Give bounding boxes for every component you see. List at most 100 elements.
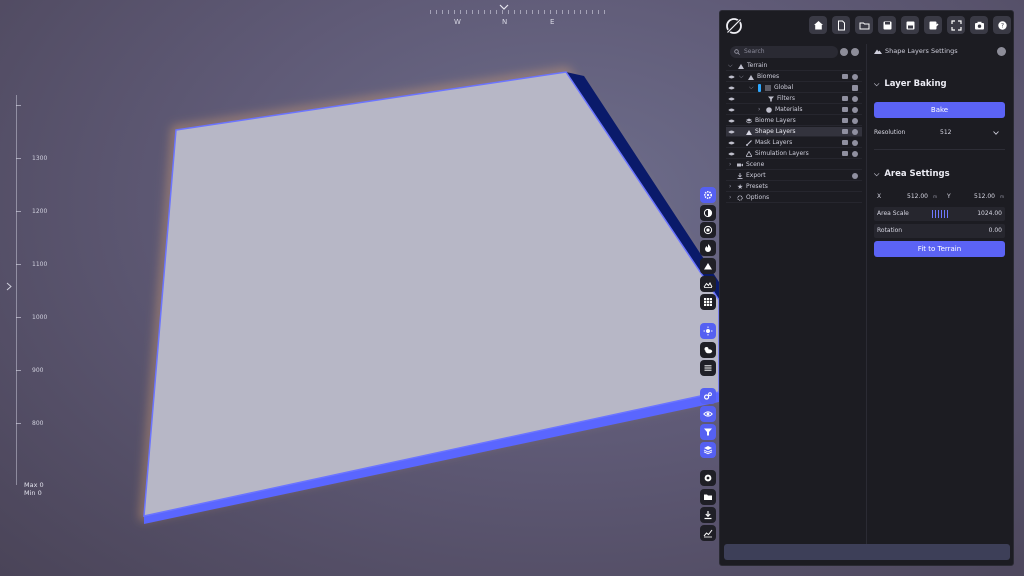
tree-item-filters[interactable]: Filters xyxy=(726,94,862,104)
area-scale-slider[interactable]: Area Scale 1024.00 xyxy=(874,207,1005,221)
layers-icon xyxy=(746,118,752,124)
section-area-settings[interactable]: ⌵ Area Settings xyxy=(874,169,950,179)
folder-icon[interactable] xyxy=(842,140,848,145)
close-circle-icon[interactable] xyxy=(852,96,858,102)
chevron-right-icon[interactable]: › xyxy=(729,160,731,170)
color-tag xyxy=(758,84,761,92)
folder-icon[interactable] xyxy=(842,74,848,79)
resolution-select[interactable]: 512 xyxy=(936,126,1005,140)
brush-icon xyxy=(746,140,752,146)
folder-icon[interactable] xyxy=(842,129,848,134)
filter-tool-button[interactable] xyxy=(700,424,716,440)
bake-button[interactable]: Bake xyxy=(874,102,1005,118)
gears-tool-button[interactable] xyxy=(700,388,716,404)
grid-tool-button[interactable] xyxy=(700,294,716,310)
filter-icon xyxy=(768,96,774,102)
terrain-tool-button[interactable] xyxy=(700,276,716,292)
chevron-down-icon[interactable]: ⌵ xyxy=(728,61,733,71)
svg-text:?: ? xyxy=(1000,22,1003,29)
eye-icon[interactable] xyxy=(728,118,735,124)
tree-item-export[interactable]: Export xyxy=(726,171,862,181)
panel-splitter[interactable] xyxy=(866,44,867,544)
folder-tool-button[interactable] xyxy=(700,489,716,505)
fire-tool-button[interactable] xyxy=(700,240,716,256)
eye-icon[interactable] xyxy=(728,96,735,102)
new-file-button[interactable] xyxy=(832,16,850,34)
half-circle-tool-button[interactable] xyxy=(700,205,716,221)
tree-item-biome-layers[interactable]: Biome Layers xyxy=(726,116,862,126)
tree-item-presets[interactable]: › ★ Presets xyxy=(726,182,862,192)
save-button[interactable] xyxy=(878,16,896,34)
chevron-right-icon[interactable]: › xyxy=(729,182,731,192)
x-field[interactable]: X 512.00 m xyxy=(874,190,938,204)
tree-item-mask-layers[interactable]: Mask Layers xyxy=(726,138,862,148)
section-layer-baking[interactable]: ⌵ Layer Baking xyxy=(874,79,947,89)
tree-item-biomes[interactable]: ⌵ Biomes xyxy=(726,72,862,82)
close-circle-icon[interactable] xyxy=(852,118,858,124)
collapse-all-button[interactable] xyxy=(840,48,848,56)
tree-item-materials[interactable]: › Materials xyxy=(726,105,862,115)
chevron-down-icon[interactable]: ⌵ xyxy=(739,72,744,82)
compass-ticks xyxy=(430,10,605,14)
stats-tool-button[interactable] xyxy=(700,525,716,541)
folder-icon[interactable] xyxy=(842,151,848,156)
y-field[interactable]: Y 512.00 m xyxy=(944,190,1005,204)
download-tool-button[interactable] xyxy=(700,507,716,523)
tree-item-terrain[interactable]: ⌵ Terrain xyxy=(726,61,862,71)
eye-icon[interactable] xyxy=(728,107,735,113)
eye-icon[interactable] xyxy=(728,151,735,157)
menu-tool-button[interactable] xyxy=(700,360,716,376)
eye-icon[interactable] xyxy=(728,140,735,146)
close-circle-icon[interactable] xyxy=(852,74,858,80)
layers-tool-button[interactable] xyxy=(700,442,716,458)
terrain-top-face[interactable] xyxy=(143,71,720,517)
target-tool-button[interactable] xyxy=(700,222,716,238)
eye-icon[interactable] xyxy=(728,85,735,91)
chevron-right-icon[interactable] xyxy=(6,282,12,291)
search-input[interactable]: Search xyxy=(730,46,838,58)
camera-button[interactable] xyxy=(970,16,988,34)
settings-icon[interactable] xyxy=(852,173,858,179)
expand-all-button[interactable] xyxy=(851,48,859,56)
home-button[interactable] xyxy=(809,16,827,34)
folder-icon[interactable] xyxy=(842,118,848,123)
slider-handle[interactable] xyxy=(932,210,950,218)
fit-to-terrain-button[interactable]: Fit to Terrain xyxy=(874,241,1005,257)
compass: W N E xyxy=(430,4,605,26)
close-circle-icon[interactable] xyxy=(852,107,858,113)
visibility-tool-button[interactable] xyxy=(700,406,716,422)
chevron-down-icon[interactable]: ⌵ xyxy=(749,83,754,93)
chevron-right-icon[interactable]: › xyxy=(758,105,760,115)
help-button[interactable]: ? xyxy=(993,16,1011,34)
save-as-button[interactable] xyxy=(901,16,919,34)
close-circle-icon[interactable] xyxy=(852,129,858,135)
folder-icon[interactable] xyxy=(842,107,848,112)
sun-tool-button[interactable] xyxy=(700,323,716,339)
settings-gear-button[interactable] xyxy=(997,47,1006,56)
fullscreen-button[interactable] xyxy=(947,16,965,34)
mountain-icon xyxy=(738,64,744,69)
mountain-tool-button[interactable] xyxy=(700,258,716,274)
tree-item-simulation-layers[interactable]: Simulation Layers xyxy=(726,149,862,159)
close-circle-icon[interactable] xyxy=(852,151,858,157)
close-circle-icon[interactable] xyxy=(852,140,858,146)
tree-item-scene[interactable]: › Scene xyxy=(726,160,862,170)
weather-tool-button[interactable] xyxy=(700,342,716,358)
app-logo-icon[interactable] xyxy=(725,17,743,35)
gear-tool-button[interactable] xyxy=(700,187,716,203)
eye-icon[interactable] xyxy=(728,74,735,80)
chevron-right-icon[interactable]: › xyxy=(729,193,731,203)
circle-tool-button[interactable] xyxy=(700,470,716,486)
resolution-label: Resolution xyxy=(874,129,906,136)
rotation-field[interactable]: Rotation 0.00 xyxy=(874,224,1005,238)
tree-item-options[interactable]: › Options xyxy=(726,193,862,203)
eye-icon[interactable] xyxy=(728,129,735,135)
tree-item-global[interactable]: ⌵ Global xyxy=(726,83,862,93)
height-ruler: 1300 1200 1100 1000 900 800 xyxy=(16,95,47,495)
folder-icon[interactable] xyxy=(842,96,848,101)
settings-icon[interactable] xyxy=(852,85,858,91)
save-edit-button[interactable] xyxy=(924,16,942,34)
tree-item-shape-layers[interactable]: Shape Layers xyxy=(726,127,862,137)
open-folder-button[interactable] xyxy=(855,16,873,34)
layers-icon xyxy=(703,446,713,455)
